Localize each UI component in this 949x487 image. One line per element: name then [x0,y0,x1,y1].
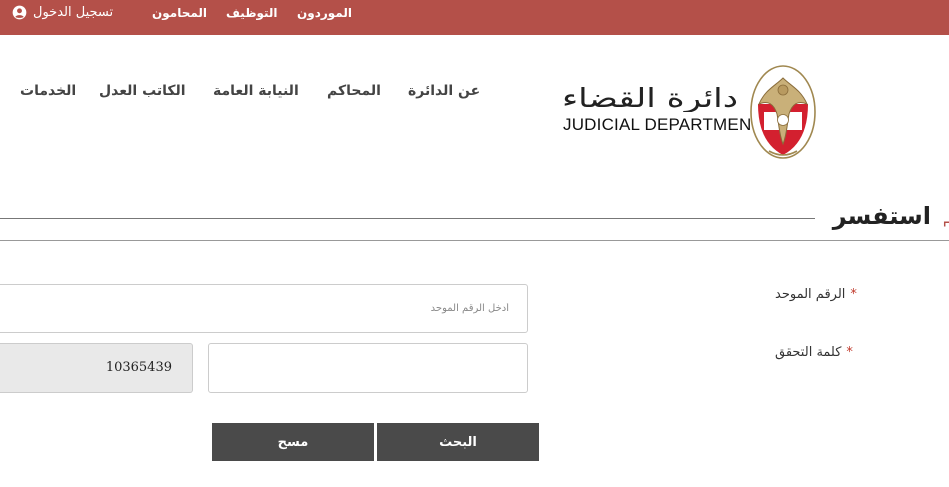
logo-arabic-text: دائرة القضاء [562,84,738,112]
nav-services[interactable]: الخدمات [20,83,76,99]
unified-number-label: الرقم الموحد * [775,287,857,302]
required-mark: * [850,287,857,302]
title-rule-top [0,218,815,219]
required-mark: * [846,345,853,360]
nav-courts[interactable]: المحاكم [327,83,381,99]
top-bar: تسجيل الدخول المحامون التوظيف الموردون [0,0,949,35]
logo-english: JUDICIAL DEPARTMENT [563,115,763,134]
login-link[interactable]: تسجيل الدخول [12,5,113,20]
captcha-code: 10365439 [105,360,172,375]
unified-number-label-text: الرقم الموحد [775,287,846,302]
nav-notary[interactable]: الكاتب العدل [99,83,186,99]
page-title: استفسر [832,202,931,230]
search-button[interactable]: البحث [377,423,539,461]
nav-public-prosecution[interactable]: النيابة العامة [213,83,299,99]
captcha-image: 10365439 [0,343,193,393]
suppliers-link[interactable]: الموردون [297,6,352,20]
unified-number-input[interactable] [0,284,528,333]
falcon-emblem-icon [750,65,816,159]
title-rule-bottom [0,240,949,241]
title-accent-mark: ⌐ [942,213,949,234]
login-label: تسجيل الدخول [33,5,114,20]
careers-link[interactable]: التوظيف [226,6,278,20]
captcha-label: كلمة التحقق * [775,345,853,360]
nav-about[interactable]: عن الدائرة [408,83,480,99]
clear-button[interactable]: مسح [212,423,374,461]
logo-arabic: دائرة القضاء [562,84,738,112]
user-icon [12,5,27,20]
captcha-label-text: كلمة التحقق [775,345,842,360]
lawyers-link[interactable]: المحامون [152,6,207,20]
captcha-input[interactable] [208,343,528,393]
